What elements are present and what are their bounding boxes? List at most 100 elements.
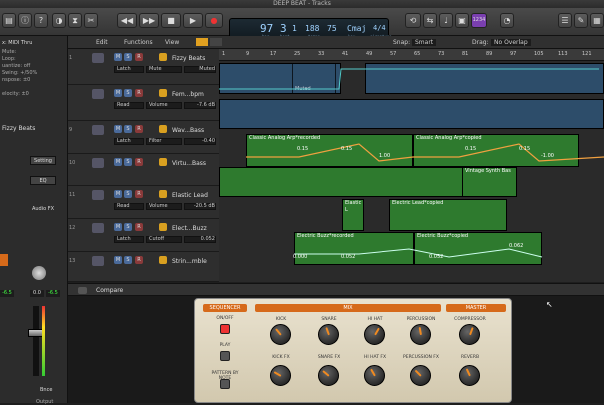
mute-button[interactable]: M (114, 89, 122, 97)
percussion-knob[interactable] (410, 324, 431, 345)
record-enable-button[interactable]: R (135, 125, 143, 133)
solo-button[interactable]: S (124, 223, 132, 231)
automation-icon[interactable] (159, 158, 167, 166)
notepad-button[interactable]: ✎ (574, 13, 588, 28)
automation-icon[interactable] (159, 223, 167, 231)
library-button[interactable]: ▤ (2, 13, 16, 28)
compressor-knob[interactable] (459, 324, 480, 345)
solo-button[interactable]: S (124, 190, 132, 198)
track-header-fem[interactable]: M S R Fem...bpm Read Volume -7.6 dB (68, 85, 219, 121)
track-name[interactable]: Elastic Lead (172, 192, 208, 199)
list-editors-button[interactable]: ☰ (558, 13, 572, 28)
compare-button[interactable]: Compare (96, 287, 123, 294)
solo-button[interactable]: ▣ (455, 13, 469, 28)
track-name[interactable]: Virtu...Bass (172, 160, 206, 167)
automation-mode-select[interactable]: Read (114, 203, 144, 210)
forward-button[interactable]: ▶▶ (139, 13, 159, 28)
count-in-badge[interactable]: 1234 (471, 13, 487, 28)
hihat-knob[interactable] (364, 324, 385, 345)
automation-icon[interactable] (159, 256, 167, 264)
inspector-row-swing[interactable]: Swing: +/50% (2, 70, 37, 76)
automation-value[interactable]: -20.5 dB (184, 203, 216, 210)
drag-select[interactable]: No Overlap (491, 39, 531, 46)
smart-controls-button[interactable]: ◑ (52, 13, 66, 28)
track-name[interactable]: Wav...Bass (172, 127, 204, 134)
track-header-wav[interactable]: 9 M S R Wav...Bass Latch Filter -0.40 (68, 121, 219, 154)
cycle-button[interactable]: ⟲ (405, 13, 421, 28)
play-button-plugin[interactable] (220, 351, 230, 361)
record-enable-button[interactable]: R (135, 223, 143, 231)
pointer-tool-icon[interactable] (196, 38, 208, 46)
edit-menu[interactable]: Edit (96, 39, 108, 46)
track-name[interactable]: Fizzy Beats (172, 55, 205, 62)
inspector-title[interactable]: x: MIDI Thru (2, 40, 32, 46)
replace-button[interactable]: ⇆ (423, 13, 437, 28)
onoff-button[interactable] (220, 324, 230, 334)
inspector-row-transpose[interactable]: nspose: ±0 (2, 77, 30, 83)
tuner-button[interactable]: ♩ (439, 13, 453, 28)
pan-knob[interactable] (32, 266, 46, 280)
kick-knob[interactable] (270, 324, 291, 345)
record-enable-button[interactable]: R (135, 158, 143, 166)
mute-button[interactable]: M (114, 125, 122, 133)
track-header-strin[interactable]: 13 M S R Strin...mble (68, 252, 219, 282)
track-header-fizzy[interactable]: 1 M S R Fizzy Beats Latch Mute Muted (68, 49, 219, 85)
audio-fx-label[interactable]: Audio FX (30, 206, 56, 215)
mixer-button[interactable]: ⧗ (68, 13, 82, 28)
solo-button[interactable]: S (124, 158, 132, 166)
automation-mode-select[interactable]: Latch (114, 138, 144, 145)
mute-button[interactable]: M (114, 53, 122, 61)
record-enable-button[interactable]: R (135, 190, 143, 198)
record-button[interactable]: ● (205, 13, 223, 28)
track-header-elect[interactable]: 12 M S R Elect...Buzz Latch Cutoff 0.052 (68, 219, 219, 252)
pencil-tool-icon[interactable] (210, 38, 222, 46)
mute-button[interactable]: M (114, 256, 122, 264)
rewind-button[interactable]: ◀◀ (117, 13, 137, 28)
automation-value[interactable]: -0.40 (184, 138, 216, 145)
automation-mode-select[interactable]: Read (114, 102, 144, 109)
mute-button[interactable]: M (114, 190, 122, 198)
automation-value[interactable]: Muted (184, 66, 216, 73)
automation-icon[interactable] (159, 53, 167, 61)
automation-value[interactable]: 0.052 (184, 236, 216, 243)
stop-button[interactable]: ■ (161, 13, 181, 28)
browser-button[interactable]: ▦ (590, 13, 604, 28)
automation-param-select[interactable]: Mute (146, 66, 182, 73)
reverb-knob[interactable] (459, 365, 480, 386)
track-header-elastic[interactable]: 11 M S R Elastic Lead Read Volume -20.5 … (68, 186, 219, 219)
automation-icon[interactable] (159, 89, 167, 97)
play-button[interactable]: ▶ (183, 13, 203, 28)
snare-knob[interactable] (318, 324, 339, 345)
automation-mode-select[interactable]: Latch (114, 236, 144, 243)
automation-param-select[interactable]: Volume (146, 203, 182, 210)
hihatfx-knob[interactable] (364, 365, 385, 386)
functions-menu[interactable]: Functions (124, 39, 153, 46)
volume-fader-track[interactable] (33, 306, 39, 376)
inspector-row-quantize[interactable]: uantize: off (2, 63, 30, 69)
mute-button[interactable]: M (114, 223, 122, 231)
solo-button[interactable]: S (124, 89, 132, 97)
solo-button[interactable]: S (124, 256, 132, 264)
track-name[interactable]: Elect...Buzz (172, 225, 207, 232)
setting-button[interactable]: Setting (30, 156, 56, 165)
bounce-label[interactable]: Bnce (40, 387, 52, 393)
track-name[interactable]: Strin...mble (172, 258, 207, 265)
automation-icon[interactable] (159, 125, 167, 133)
snap-select[interactable]: Smart (412, 39, 437, 46)
track-header-virtu[interactable]: 10 M S R Virtu...Bass (68, 154, 219, 186)
snarefx-knob[interactable] (318, 365, 339, 386)
record-enable-button[interactable]: R (135, 53, 143, 61)
automation-param-select[interactable]: Filter (146, 138, 182, 145)
record-enable-button[interactable]: R (135, 89, 143, 97)
automation-value[interactable]: -7.6 dB (184, 102, 216, 109)
track-name[interactable]: Fem...bpm (172, 91, 204, 98)
mute-button[interactable]: M (114, 158, 122, 166)
automation-param-select[interactable]: Cutoff (146, 236, 182, 243)
record-enable-button[interactable]: R (135, 256, 143, 264)
help-button[interactable]: ? (34, 13, 48, 28)
inspector-row-velocity[interactable]: elocity: ±0 (2, 91, 29, 97)
kickfx-knob[interactable] (270, 365, 291, 386)
automation-param-select[interactable]: Volume (146, 102, 182, 109)
inspector-row-loop[interactable]: Loop: (2, 56, 16, 62)
eq-button[interactable]: EQ (30, 176, 56, 185)
